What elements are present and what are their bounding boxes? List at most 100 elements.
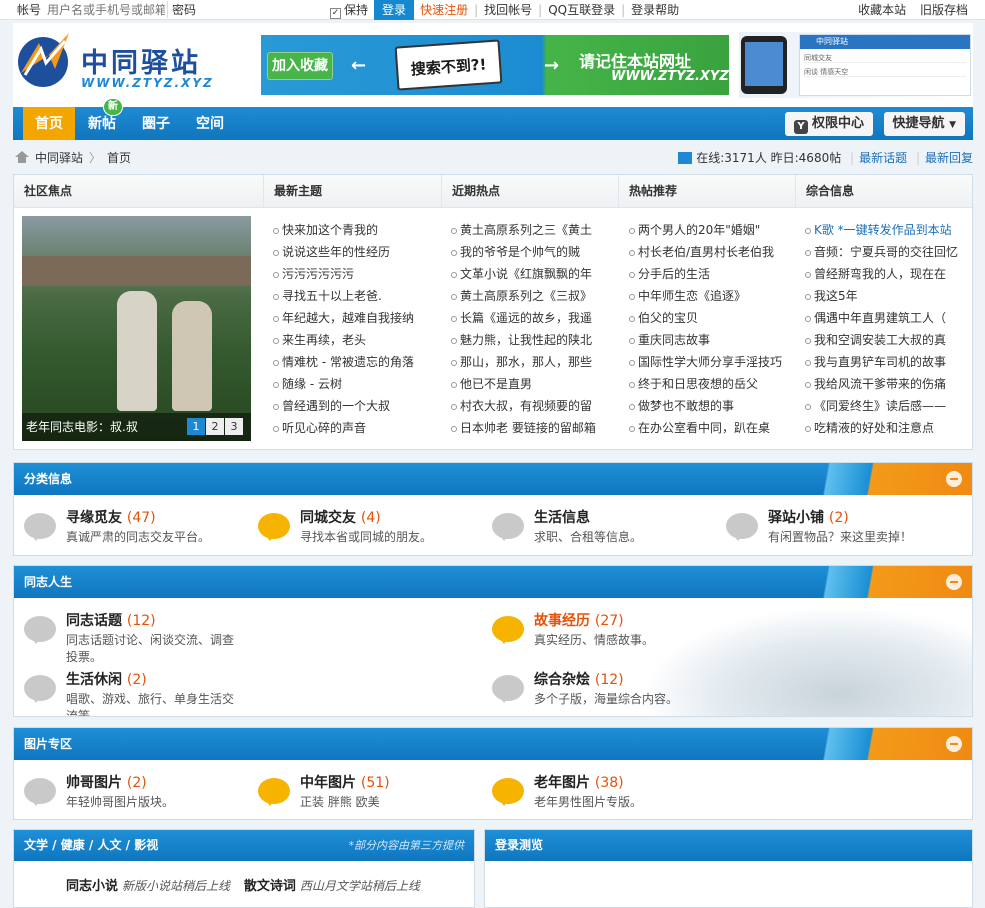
topic-link[interactable]: 村长老伯/直男村长老伯我 <box>628 241 786 263</box>
login-button[interactable]: 登录 <box>374 0 415 20</box>
topic-link[interactable]: 终于和日思夜想的岳父 <box>628 373 786 395</box>
breadcrumb-site[interactable]: 中同驿站 <box>35 149 83 166</box>
topic-link[interactable]: 寻找五十以上老爸. <box>272 285 430 307</box>
forum-item[interactable]: 同城交友 (4) 寻找本省或同城的朋友。 <box>248 505 478 555</box>
add-favorite-button[interactable]: 加入收藏 <box>267 52 333 80</box>
person-figure <box>117 291 157 411</box>
topic-link[interactable]: 快来加这个青我的 <box>272 219 430 241</box>
topic-link[interactable]: 国际性学大师分享手淫技巧 <box>628 351 786 373</box>
topic-link[interactable]: 污污污污污污 <box>272 263 430 285</box>
topic-link[interactable]: 村衣大叔，有视频要的留 <box>450 395 606 417</box>
collapse-icon[interactable] <box>946 471 962 487</box>
topic-link[interactable]: 做梦也不敢想的事 <box>628 395 786 417</box>
topic-link[interactable]: 两个男人的20年"婚姻" <box>628 219 786 241</box>
topic-link[interactable]: 听见心碎的声音 <box>272 417 430 439</box>
topic-link[interactable]: 曾经遇到的一个大叔 <box>272 395 430 417</box>
topic-link[interactable]: 我的爷爷是个帅气的贼 <box>450 241 606 263</box>
speech-bubble-icon <box>492 513 524 541</box>
topic-link[interactable]: 文革小说《红旗飘飘的年 <box>450 263 606 285</box>
topic-link[interactable]: 黄土高原系列之三《黄土 <box>450 219 606 241</box>
community-focus-panel: 社区焦点 最新主题 近期热点 热帖推荐 综合信息 老年同志电影：叔.叔 1 2 … <box>13 174 973 450</box>
section-pictures: 图片专区 帅哥图片 (2) 年轻帅哥图片版块。 中年图片 (51) 正装 胖熊 欧美… <box>13 727 973 820</box>
speech-bubble-icon <box>492 675 524 703</box>
topic-link[interactable]: 随缘 - 云树 <box>272 373 430 395</box>
topic-link[interactable]: 我和空调安装工大叔的真 <box>804 329 962 351</box>
slide-page-1[interactable]: 1 <box>187 418 205 435</box>
old-version-link[interactable]: 旧版存档 <box>920 3 968 17</box>
topic-link[interactable]: 黄土高原系列之《三叔》 <box>450 285 606 307</box>
topic-link[interactable]: K歌 *一键转发作品到本站 <box>804 219 962 241</box>
site-logo[interactable]: 中同驿站 WWW.ZTYZ.XYZ <box>15 29 215 95</box>
speech-bubble-icon <box>258 513 290 541</box>
section-category: 分类信息 寻缘觅友 (47) 真诚严肃的同志交友平台。 同城交友 (4) 寻找本省或… <box>13 462 973 556</box>
forum-item[interactable]: 帅哥图片 (2) 年轻帅哥图片版块。 <box>14 770 244 820</box>
topic-link[interactable]: 说说这些年的性经历 <box>272 241 430 263</box>
home-icon[interactable] <box>15 151 29 163</box>
find-account-link[interactable]: 找回帐号 <box>484 1 532 18</box>
col-header-hot: 近期热点 <box>442 175 619 207</box>
topic-link[interactable]: 偶遇中年直男建筑工人（ <box>804 307 962 329</box>
forum-item[interactable]: 寻缘觅友 (47) 真诚严肃的同志交友平台。 <box>14 505 244 555</box>
topic-link[interactable]: 吃精液的好处和注意点 <box>804 417 962 439</box>
collapse-icon[interactable] <box>946 736 962 752</box>
latest-replies-link[interactable]: 最新回复 <box>925 151 973 165</box>
header-banner[interactable]: 加入收藏 ← 搜索不到?! → 请记住本站网址 WWW.ZTYZ.XYZ <box>261 35 729 95</box>
account-label: 帐号 <box>17 3 42 17</box>
topic-link[interactable]: 魅力熊，让我性起的陕北 <box>450 329 606 351</box>
latest-topics-link[interactable]: 最新话题 <box>859 151 907 165</box>
help-link[interactable]: 登录帮助 <box>631 1 679 18</box>
forum-item[interactable]: 驿站小铺 (2) 有闲置物品？来这里卖掉！ <box>716 505 946 555</box>
topic-link[interactable]: 重庆同志故事 <box>628 329 786 351</box>
topic-link[interactable]: 我与直男铲车司机的故事 <box>804 351 962 373</box>
forum-item[interactable]: 生活休闲 (2) 唱歌、游戏、旅行、单身生活交流等。 <box>14 667 244 716</box>
caret-down-icon: ▼ <box>949 120 956 130</box>
check-icon: ✓ <box>330 8 342 19</box>
topic-link[interactable]: 音频：宁夏兵哥的交往回忆 <box>804 241 962 263</box>
slide-page-2[interactable]: 2 <box>206 418 224 435</box>
password-input[interactable] <box>200 0 331 19</box>
topic-link[interactable]: 日本帅老 要链接的留邮箱 <box>450 417 606 439</box>
nav-home[interactable]: 首页 <box>23 107 75 140</box>
quick-nav-dropdown[interactable]: 快捷导航 ▼ <box>883 112 965 136</box>
poetry-link[interactable]: 散文诗词 <box>244 879 296 894</box>
topic-link[interactable]: 在办公室看中同，趴在桌 <box>628 417 786 439</box>
forum-item[interactable]: 同志话题 (12) 同志话题讨论、闲谈交流、调查投票。 <box>14 608 244 664</box>
forum-item[interactable]: 生活信息 求职、合租等信息。 <box>482 505 712 555</box>
qq-login-link[interactable]: QQ互联登录 <box>548 1 615 18</box>
mobile-app-promo[interactable]: 中同驿站 同城交友 闲谈 情感天空 <box>739 32 971 98</box>
forum-item[interactable]: 老年图片 (38) 老年男性图片专版。 <box>482 770 712 820</box>
nav-circles[interactable]: 圈子 <box>129 107 183 140</box>
topic-link[interactable]: 年纪越大，越难自我接纳 <box>272 307 430 329</box>
register-link[interactable]: 快速注册 <box>420 1 468 18</box>
nav-space[interactable]: 空间 <box>183 107 237 140</box>
nav-new-posts[interactable]: 新帖新 <box>75 98 129 140</box>
topic-link[interactable]: 那山，那水，那人，那些 <box>450 351 606 373</box>
forum-item[interactable]: 综合杂烩 (12) 多个子版，海量综合内容。 <box>482 667 712 716</box>
focus-slideshow[interactable]: 老年同志电影：叔.叔 1 2 3 <box>22 216 251 441</box>
topic-link[interactable]: 他已不是直男 <box>450 373 606 395</box>
topic-link[interactable]: 长篇《遥远的故乡，我遥 <box>450 307 606 329</box>
forum-item[interactable]: 故事经历 (27) 真实经历、情感故事。 <box>482 608 712 658</box>
topic-link[interactable]: 分手后的生活 <box>628 263 786 285</box>
favorite-link[interactable]: 收藏本站 <box>858 3 906 17</box>
topic-link[interactable]: 《同爱终生》读后感—— <box>804 395 962 417</box>
topic-link[interactable]: 我这5年 <box>804 285 962 307</box>
topic-link[interactable]: 来生再续，老头 <box>272 329 430 351</box>
forum-item[interactable]: 中年图片 (51) 正装 胖熊 欧美 <box>248 770 478 820</box>
topic-link[interactable]: 情难枕 - 常被遗忘的角落 <box>272 351 430 373</box>
slide-page-3[interactable]: 3 <box>225 418 243 435</box>
remember-checkbox[interactable]: ✓ 保持 <box>330 1 368 19</box>
topic-link[interactable]: 我给风流干爹带来的伤痛 <box>804 373 962 395</box>
new-badge: 新 <box>103 98 123 116</box>
col-header-latest: 最新主题 <box>264 175 442 207</box>
novel-link[interactable]: 同志小说 <box>66 879 118 894</box>
topic-link[interactable]: 曾经掰弯我的人，现在在 <box>804 263 962 285</box>
permission-center-button[interactable]: Y 权限中心 <box>784 112 873 136</box>
logo-subtitle: WWW.ZTYZ.XYZ <box>81 76 214 90</box>
collapse-icon[interactable] <box>946 574 962 590</box>
banner-url: WWW.ZTYZ.XYZ <box>611 69 729 84</box>
topic-link[interactable]: 伯父的宝贝 <box>628 307 786 329</box>
speech-bubble-icon <box>24 513 56 541</box>
account-input[interactable] <box>45 0 168 19</box>
topic-link[interactable]: 中年师生恋《追逐》 <box>628 285 786 307</box>
